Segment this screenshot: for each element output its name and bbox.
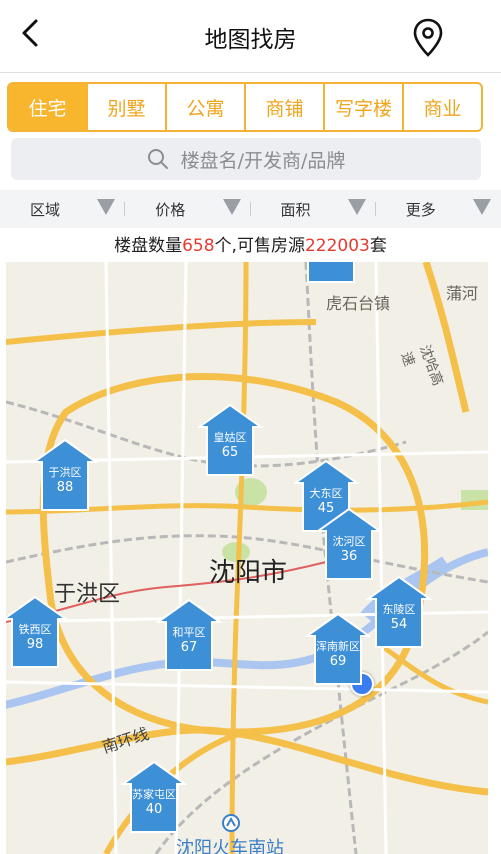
- district-marker[interactable]: [298, 262, 364, 284]
- district-marker-shenhe[interactable]: 沈河区 36: [316, 507, 382, 581]
- tab-villa[interactable]: 别墅: [88, 84, 167, 130]
- tab-office[interactable]: 写字楼: [325, 84, 404, 130]
- dropdown-arrow-icon: [347, 199, 366, 215]
- unit-count: 222003: [304, 236, 370, 256]
- search-input[interactable]: 楼盘名/开发商/品牌: [11, 138, 481, 180]
- search-placeholder: 楼盘名/开发商/品牌: [180, 149, 346, 172]
- station-icon: [222, 814, 240, 832]
- search-icon: [147, 149, 168, 169]
- property-type-tabs: 住宅 别墅 公寓 商铺 写字楼 商业: [7, 82, 483, 132]
- tab-residential[interactable]: 住宅: [9, 84, 88, 130]
- district-marker-huanggu[interactable]: 皇姑区 65: [197, 403, 263, 477]
- filter-bar: 区域 价格 面积 更多: [0, 190, 501, 228]
- filter-area[interactable]: 面积: [251, 190, 376, 228]
- map-label-hutai: 虎石台镇: [326, 294, 391, 313]
- dropdown-arrow-icon: [97, 199, 116, 215]
- district-marker-heping[interactable]: 和平区 67: [156, 598, 222, 672]
- filter-district[interactable]: 区域: [0, 190, 126, 228]
- map-label-station: 沈阳火车南站: [176, 838, 284, 854]
- dropdown-arrow-icon: [222, 199, 241, 215]
- filter-more[interactable]: 更多: [376, 190, 501, 228]
- filter-label: 面积: [280, 200, 311, 219]
- filter-label: 区域: [30, 200, 61, 219]
- city-label: 沈阳市: [209, 558, 288, 588]
- district-marker-hunnan[interactable]: 浑南新区 69: [305, 612, 371, 686]
- district-marker-sujiatun[interactable]: 苏家屯区 40: [121, 760, 187, 834]
- location-pin-icon[interactable]: [413, 18, 443, 58]
- tab-apartment[interactable]: 公寓: [167, 84, 246, 130]
- listing-summary: 楼盘数量658个,可售房源222003套: [114, 236, 387, 256]
- filter-label: 更多: [405, 200, 436, 219]
- district-marker-yuhong[interactable]: 于洪区 88: [32, 438, 98, 512]
- building-count: 658: [182, 236, 215, 256]
- filter-price[interactable]: 价格: [125, 190, 251, 228]
- dropdown-arrow-icon: [473, 199, 491, 215]
- district-marker-tiexi[interactable]: 铁西区 98: [6, 595, 68, 669]
- district-marker-dongling[interactable]: 东陵区 54: [366, 575, 432, 649]
- map-label-pushe: 蒲河: [446, 284, 479, 303]
- nav-bar: 地图找房: [0, 0, 501, 73]
- map-view[interactable]: 虎石台镇 蒲河 沈哈高速 沈阳市 于洪区 南环线 沈阳火车南站 皇姑区 65 于…: [6, 262, 488, 854]
- tab-commercial[interactable]: 商业: [404, 84, 481, 130]
- tab-shop[interactable]: 商铺: [246, 84, 325, 130]
- filter-label: 价格: [155, 200, 186, 219]
